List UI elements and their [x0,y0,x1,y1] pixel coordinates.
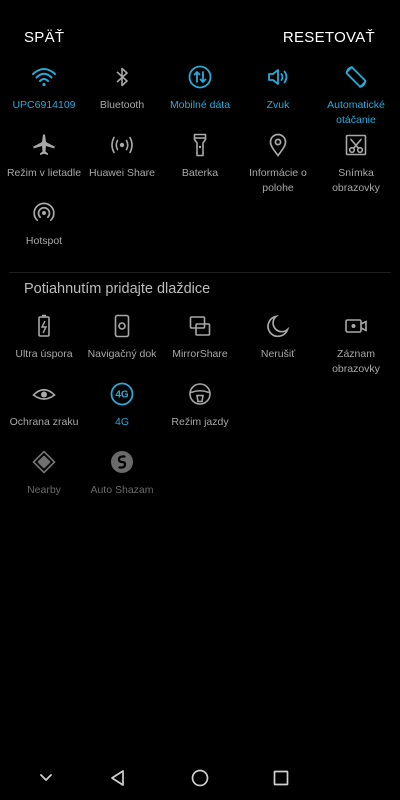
screenshot-icon [343,132,369,158]
tile-label: Ochrana zraku [9,416,79,428]
tile-location[interactable]: Informácie o polohe [238,132,318,196]
location-pin-icon [265,132,291,158]
tile-label: Informácie o polohe [249,167,307,194]
collapse-button[interactable] [32,764,60,792]
tile-label: Automatické otáčanie [327,99,385,126]
tile-label: Mobilné dáta [169,99,231,111]
tile-label: Nerušiť [260,348,296,360]
flashlight-icon [187,132,213,158]
tile-ultra-saver[interactable]: Ultra úspora [4,313,84,362]
tile-flashlight[interactable]: Baterka [160,132,240,181]
tile-nearby[interactable]: Nearby [4,449,84,498]
tile-label: Režim jazdy [171,416,229,428]
tile-label: Režim v lietadle [6,167,82,179]
tile-auto-shazam[interactable]: Auto Shazam [82,449,162,498]
navigation-dock-icon [109,313,135,339]
tile-label: UPC6914109 [12,99,76,111]
battery-saver-icon [31,313,57,339]
tile-screen-record[interactable]: Záznam obrazovky [316,313,396,377]
tile-screenshot[interactable]: Snímka obrazovky [316,132,396,196]
tile-bluetooth[interactable]: Bluetooth [82,64,162,113]
tile-label: 4G [114,416,129,428]
tile-label: Snímka obrazovky [332,167,380,194]
tile-4g[interactable]: 4G 4G [82,381,162,430]
tile-driving-mode[interactable]: Režim jazdy [160,381,240,430]
wifi-icon [31,64,57,90]
tile-label: Bluetooth [99,99,145,111]
tile-sound[interactable]: Zvuk [238,64,318,113]
mirrorshare-icon [187,313,213,339]
back-icon [104,764,132,792]
tile-label: Baterka [181,167,219,179]
tile-mirrorshare[interactable]: MirrorShare [160,313,240,362]
driving-mode-icon [187,381,213,407]
collapse-icon [32,764,60,792]
moon-icon [265,313,291,339]
speaker-icon [265,64,291,90]
back-nav-button[interactable] [104,764,132,792]
4g-icon: 4G [109,381,135,407]
eye-icon [31,381,57,407]
auto-rotate-icon [343,64,369,90]
shazam-icon [109,449,135,475]
system-navigation-bar [0,752,400,800]
section-divider [9,272,391,273]
mobile-data-icon [187,64,213,90]
home-button[interactable] [186,764,214,792]
tile-wifi[interactable]: UPC6914109 [4,64,84,113]
huawei-share-icon [109,132,135,158]
tile-label: Hotspot [25,235,63,247]
screen-record-icon [343,313,369,339]
tile-navigation-dock[interactable]: Navigačný dok [82,313,162,362]
airplane-icon [31,132,57,158]
tile-hotspot[interactable]: Hotspot [4,200,84,249]
reset-button[interactable]: RESETOVAŤ [283,29,375,46]
tile-label: MirrorShare [172,348,228,360]
tile-label: Huawei Share [89,167,155,179]
tile-label: Zvuk [266,99,290,111]
tile-auto-rotate[interactable]: Automatické otáčanie [316,64,396,128]
nearby-icon [31,449,57,475]
tile-label: Záznam obrazovky [332,348,380,375]
bluetooth-icon [109,64,135,90]
tile-huawei-share[interactable]: Huawei Share [82,132,162,181]
svg-text:4G: 4G [115,390,129,401]
add-tiles-title: Potiahnutím pridajte dlaždice [24,281,211,297]
tile-eye-comfort[interactable]: Ochrana zraku [4,381,84,430]
tile-do-not-disturb[interactable]: Nerušiť [238,313,318,362]
tile-mobile-data[interactable]: Mobilné dáta [160,64,240,113]
home-icon [186,764,214,792]
tile-airplane-mode[interactable]: Režim v lietadle [4,132,84,181]
tile-label: Ultra úspora [15,348,73,360]
recents-button[interactable] [267,764,295,792]
hotspot-icon [31,200,57,226]
recents-icon [267,764,295,792]
tile-label: Nearby [27,484,61,496]
tile-label: Auto Shazam [90,484,154,496]
tile-label: Navigačný dok [87,348,157,360]
back-button[interactable]: SPÄŤ [24,29,64,46]
